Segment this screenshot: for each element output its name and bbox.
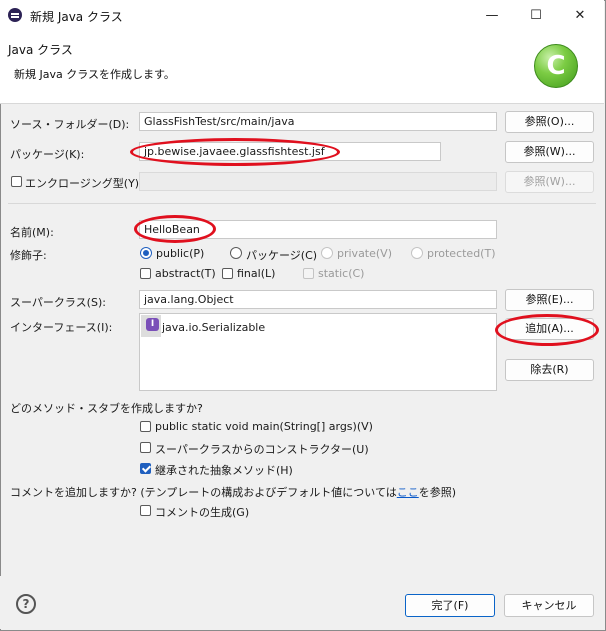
close-button[interactable]: ✕: [558, 0, 602, 31]
name-label: 名前(M):: [10, 226, 54, 239]
main-method-checkbox[interactable]: [140, 421, 151, 432]
wizard-title: Java クラス: [8, 43, 73, 57]
template-link[interactable]: ここ: [397, 486, 419, 499]
package-highlight-oval: [130, 138, 340, 166]
constructors-label: スーパークラスからのコンストラクター(U): [155, 443, 369, 456]
help-icon[interactable]: ?: [16, 594, 36, 614]
constructors-checkbox[interactable]: [140, 442, 151, 453]
final-checkbox-label: final(L): [237, 267, 276, 280]
source-folder-label: ソース・フォルダー(D):: [10, 118, 130, 131]
wizard-header: Java クラス 新規 Java クラスを作成します。 C: [0, 31, 604, 104]
generate-comments-checkbox[interactable]: [140, 505, 151, 516]
inherited-methods-checkbox[interactable]: [140, 463, 151, 474]
inherited-methods-label: 継承された抽象メソッド(H): [155, 464, 293, 477]
eclipse-icon: [8, 8, 22, 22]
private-radio: [321, 247, 333, 259]
interfaces-label: インターフェース(I):: [10, 321, 113, 334]
protected-radio-label: protected(T): [427, 247, 496, 260]
minimize-button[interactable]: —: [470, 0, 514, 31]
enclosing-type-checkbox[interactable]: [11, 176, 22, 187]
private-radio-label: private(V): [337, 247, 392, 260]
title-bar: 新規 Java クラス — ☐ ✕: [0, 0, 604, 31]
static-checkbox: [303, 268, 314, 279]
source-folder-field[interactable]: GlassFishTest/src/main/java: [139, 112, 497, 131]
list-item[interactable]: java.io.Serializable: [162, 321, 265, 334]
stubs-question: どのメソッド・スタブを作成しますか?: [10, 402, 203, 415]
comments-question: コメントを追加しますか? (テンプレートの構成およびデフォルト値についてはここを…: [10, 484, 456, 500]
wizard-description: 新規 Java クラスを作成します。: [14, 68, 175, 81]
protected-radio: [411, 247, 423, 259]
window-title: 新規 Java クラス: [30, 10, 123, 24]
public-radio-label: public(P): [156, 247, 205, 260]
main-method-label: public static void main(String[] args)(V…: [155, 420, 373, 433]
abstract-checkbox-label: abstract(T): [155, 267, 216, 280]
static-checkbox-label: static(C): [318, 267, 365, 280]
remove-interface-button[interactable]: 除去(R): [505, 359, 594, 381]
comments-question-suffix: を参照): [418, 486, 457, 499]
final-checkbox[interactable]: [222, 268, 233, 279]
superclass-label: スーパークラス(S):: [10, 296, 106, 309]
enclosing-type-field: [139, 172, 497, 191]
name-highlight-oval: [134, 215, 216, 243]
package-label: パッケージ(K):: [10, 148, 85, 161]
enclosing-type-browse-button: 参照(W)...: [505, 171, 594, 193]
separator: [8, 203, 596, 204]
public-radio[interactable]: [140, 247, 152, 259]
superclass-field[interactable]: java.lang.Object: [139, 290, 497, 309]
package-radio[interactable]: [230, 247, 242, 259]
superclass-browse-button[interactable]: 参照(E)...: [505, 289, 594, 311]
comments-question-text: コメントを追加しますか? (テンプレートの構成およびデフォルト値については: [10, 486, 397, 499]
generate-comments-label: コメントの生成(G): [155, 506, 250, 519]
new-class-logo-icon: C: [534, 44, 578, 88]
abstract-checkbox[interactable]: [140, 268, 151, 279]
package-radio-label: パッケージ(C): [246, 249, 318, 262]
source-folder-browse-button[interactable]: 参照(O)...: [505, 111, 594, 133]
maximize-button[interactable]: ☐: [514, 0, 558, 31]
interface-icon: I: [146, 318, 159, 331]
finish-button[interactable]: 完了(F): [405, 594, 495, 617]
cancel-button[interactable]: キャンセル: [504, 594, 594, 617]
package-browse-button[interactable]: 参照(W)...: [505, 141, 594, 163]
modifiers-label: 修飾子:: [10, 249, 47, 262]
add-button-highlight-oval: [495, 314, 599, 346]
enclosing-type-label: エンクロージング型(Y):: [25, 177, 143, 190]
